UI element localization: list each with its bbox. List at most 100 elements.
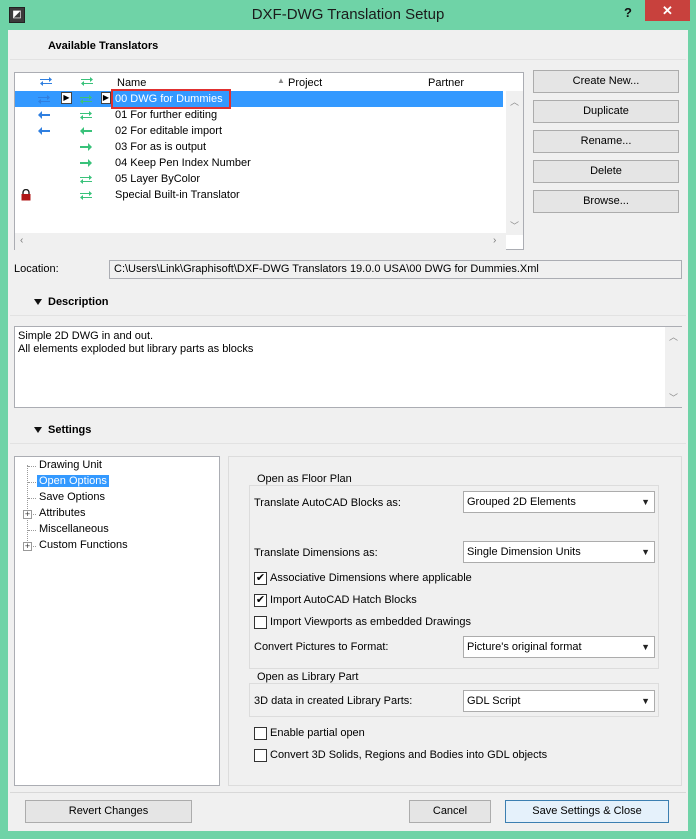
- row-expand-arrow-icon[interactable]: ▶: [101, 92, 111, 104]
- window-title: DXF-DWG Translation Setup: [251, 6, 445, 23]
- scroll-down-arrow-icon[interactable]: ﹀: [665, 391, 682, 404]
- hatch-blocks-checkbox[interactable]: ✔: [254, 594, 267, 607]
- tree-item-label: Miscellaneous: [39, 523, 109, 535]
- settings-tree[interactable]: Drawing Unit Open Options Save Options + Att…: [14, 456, 220, 786]
- translator-list[interactable]: Name ▲ Project Partner ▶ ▶ 00 DWG for Dumm…: [14, 72, 524, 250]
- import-arrow-icon[interactable]: [37, 110, 51, 123]
- column-partner[interactable]: Partner: [428, 77, 464, 89]
- close-button[interactable]: ✕: [645, 0, 690, 21]
- data3d-select[interactable]: GDL Script ▼: [463, 690, 655, 712]
- translator-name: 02 For editable import: [115, 125, 222, 137]
- delete-button[interactable]: Delete: [533, 160, 679, 183]
- expand-plus-icon[interactable]: +: [23, 510, 32, 519]
- revert-changes-button[interactable]: Revert Changes: [25, 800, 192, 823]
- help-button[interactable]: ?: [618, 3, 638, 23]
- dims-select-value: Single Dimension Units: [467, 546, 581, 558]
- dims-select[interactable]: Single Dimension Units ▼: [463, 541, 655, 563]
- expand-plus-icon[interactable]: +: [23, 542, 32, 551]
- tree-line: [28, 498, 36, 499]
- export-column-icon[interactable]: [80, 76, 94, 89]
- tree-item-label: Attributes: [39, 507, 86, 519]
- description-scrollbar[interactable]: ︿ ﹀: [665, 327, 682, 407]
- browse-button[interactable]: Browse...: [533, 190, 679, 213]
- translator-row[interactable]: 01 For further editing: [15, 107, 503, 123]
- export-arrow-icon[interactable]: [79, 174, 93, 187]
- tree-item[interactable]: Drawing Unit: [39, 459, 102, 471]
- list-vertical-scrollbar[interactable]: ︿ ﹀: [506, 91, 523, 235]
- duplicate-button[interactable]: Duplicate: [533, 100, 679, 123]
- tree-line: [28, 466, 36, 467]
- pictures-select[interactable]: Picture's original format ▼: [463, 636, 655, 658]
- dims-label: Translate Dimensions as:: [254, 547, 378, 559]
- description-title: Description: [48, 296, 109, 308]
- export-arrow-icon[interactable]: [79, 126, 93, 139]
- list-horizontal-scrollbar[interactable]: ‹ ›: [15, 233, 506, 250]
- data3d-select-value: GDL Script: [467, 695, 521, 707]
- column-project[interactable]: Project: [288, 77, 322, 89]
- hatch-blocks-label[interactable]: Import AutoCAD Hatch Blocks: [270, 594, 417, 606]
- viewports-label[interactable]: Import Viewports as embedded Drawings: [270, 616, 471, 628]
- location-label: Location:: [14, 263, 59, 275]
- column-name[interactable]: Name: [117, 77, 146, 89]
- import-column-icon[interactable]: [39, 76, 53, 89]
- export-arrow-icon[interactable]: [79, 94, 93, 107]
- tree-item[interactable]: Attributes: [39, 507, 85, 519]
- translator-row[interactable]: 05 Layer ByColor: [15, 171, 503, 187]
- settings-title: Settings: [48, 424, 92, 436]
- tree-item[interactable]: Miscellaneous: [39, 523, 109, 535]
- library-part-group-title: Open as Library Part: [255, 671, 361, 683]
- translator-row[interactable]: ▶ ▶ 00 DWG for Dummies: [15, 91, 503, 107]
- tree-line: [27, 465, 28, 547]
- tree-item[interactable]: Custom Functions: [39, 539, 128, 551]
- import-arrow-icon[interactable]: [37, 94, 51, 107]
- convert-solids-label[interactable]: Convert 3D Solids, Regions and Bodies in…: [270, 749, 547, 761]
- available-translators-title: Available Translators: [48, 40, 159, 52]
- collapse-triangle-icon[interactable]: [34, 427, 42, 433]
- blocks-label: Translate AutoCAD Blocks as:: [254, 497, 401, 509]
- partial-open-checkbox[interactable]: [254, 727, 267, 740]
- collapse-triangle-icon[interactable]: [34, 299, 42, 305]
- scroll-down-arrow-icon[interactable]: ﹀: [506, 219, 523, 232]
- assoc-dims-checkbox[interactable]: ✔: [254, 572, 267, 585]
- export-arrow-icon[interactable]: [79, 190, 93, 203]
- settings-pane: Open as Floor Plan Translate AutoCAD Blo…: [228, 456, 682, 786]
- translator-row[interactable]: 03 For as is output: [15, 139, 503, 155]
- rename-button[interactable]: Rename...: [533, 130, 679, 153]
- checkmark-icon: ✔: [255, 572, 266, 584]
- partial-open-label[interactable]: Enable partial open: [270, 727, 365, 739]
- export-arrow-icon[interactable]: [79, 158, 93, 171]
- translator-row[interactable]: Special Built-in Translator: [15, 187, 503, 203]
- translator-row[interactable]: 02 For editable import: [15, 123, 503, 139]
- translator-name: 05 Layer ByColor: [115, 173, 200, 185]
- title-bar[interactable]: ◩ DXF-DWG Translation Setup ? ✕: [0, 0, 696, 30]
- row-expand-arrow-icon[interactable]: ▶: [61, 92, 72, 104]
- scroll-up-arrow-icon[interactable]: ︿: [665, 330, 682, 343]
- description-line-2: All elements exploded but library parts …: [18, 343, 254, 355]
- translator-name: 01 For further editing: [115, 109, 218, 121]
- settings-header[interactable]: Settings: [10, 416, 686, 444]
- scroll-left-arrow-icon[interactable]: ‹: [20, 235, 23, 246]
- save-settings-button[interactable]: Save Settings & Close: [505, 800, 669, 823]
- import-arrow-icon[interactable]: [37, 126, 51, 139]
- tree-item[interactable]: Save Options: [39, 491, 105, 503]
- chevron-down-icon: ▼: [641, 696, 650, 706]
- export-arrow-icon[interactable]: [79, 110, 93, 123]
- tree-item[interactable]: Open Options: [37, 475, 109, 487]
- scroll-up-arrow-icon[interactable]: ︿: [506, 95, 523, 108]
- export-arrow-icon[interactable]: [79, 142, 93, 155]
- blocks-select[interactable]: Grouped 2D Elements ▼: [463, 491, 655, 513]
- chevron-down-icon: ▼: [641, 642, 650, 652]
- cancel-button[interactable]: Cancel: [409, 800, 491, 823]
- blocks-select-value: Grouped 2D Elements: [467, 496, 576, 508]
- description-header[interactable]: Description: [10, 288, 686, 316]
- description-box[interactable]: Simple 2D DWG in and out. All elements e…: [14, 326, 682, 408]
- highlight-box: [111, 89, 231, 109]
- convert-solids-checkbox[interactable]: [254, 749, 267, 762]
- assoc-dims-label[interactable]: Associative Dimensions where applicable: [270, 572, 472, 584]
- scroll-right-arrow-icon[interactable]: ›: [493, 235, 496, 246]
- viewports-checkbox[interactable]: [254, 616, 267, 629]
- translator-row[interactable]: 04 Keep Pen Index Number: [15, 155, 503, 171]
- data3d-label: 3D data in created Library Parts:: [254, 695, 413, 707]
- tree-item-label: Save Options: [39, 491, 106, 503]
- create-new-button[interactable]: Create New...: [533, 70, 679, 93]
